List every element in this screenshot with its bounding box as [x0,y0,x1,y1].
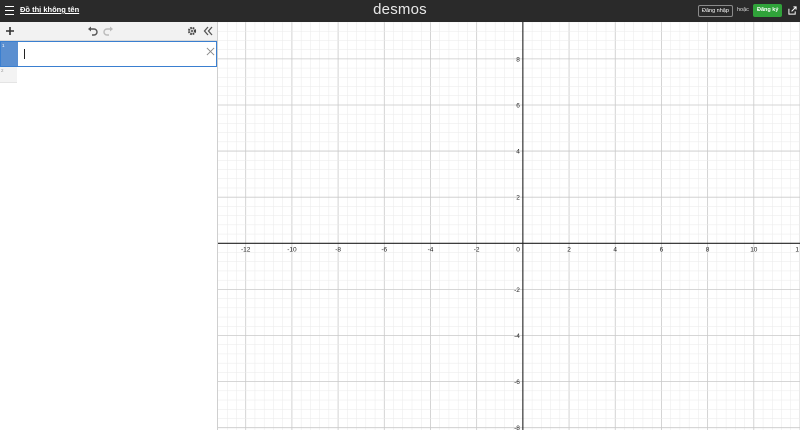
y-tick-label: 6 [516,102,520,109]
y-tick-label: 4 [516,149,520,156]
redo-icon[interactable] [103,26,114,36]
empty-expression-row[interactable]: 2 [0,67,17,83]
signup-button[interactable]: Đăng ký [753,4,783,17]
x-tick-label: -8 [335,246,341,253]
x-tick-label: 4 [613,246,617,253]
x-tick-label: 1 [795,246,799,253]
x-tick-label: 8 [706,246,710,253]
graph-title[interactable]: Đồ thị không tên [20,5,79,14]
collapse-panel-icon[interactable] [203,26,213,36]
login-button[interactable]: Đăng nhập [698,5,733,17]
expression-row[interactable]: 1 [0,41,217,67]
share-icon[interactable] [788,6,797,15]
expression-index: 1 [1,42,18,66]
y-tick-label: -6 [514,379,520,386]
close-icon[interactable] [206,47,215,56]
y-tick-label: -8 [514,425,520,430]
expression-panel: 1 2 [0,22,218,430]
x-tick-label: -12 [241,246,251,253]
desmos-logo: desmos [373,1,427,18]
x-tick-label: 2 [567,246,571,253]
settings-gear-icon[interactable] [187,26,197,36]
text-cursor [24,49,25,59]
top-bar: Đồ thị không tên desmos Đăng nhập hoặc Đ… [0,0,800,22]
hamburger-menu-icon[interactable] [5,6,14,15]
x-tick-label: 6 [660,246,664,253]
y-tick-label: -4 [514,333,520,340]
y-tick-label: -2 [514,287,520,294]
graph-paper[interactable]: -12 -10 -8 -6 -4 -2 0 2 4 6 8 10 1 8 6 4 2 -2 -4 -6 -8 [218,22,800,430]
x-tick-label: -2 [474,246,480,253]
y-tick-label: 2 [516,195,520,202]
y-tick-label: 8 [516,56,520,63]
expression-toolbar [0,22,217,41]
x-tick-label: 10 [750,246,758,253]
x-tick-label: -6 [381,246,387,253]
brand-logo-wrapper: desmos [0,1,800,18]
undo-icon[interactable] [87,26,98,36]
or-text: hoặc [737,7,749,13]
x-tick-label: 0 [516,246,520,253]
graph-canvas[interactable]: -12 -10 -8 -6 -4 -2 0 2 4 6 8 10 1 8 6 4 2 -2 -4 -6 -8 [218,22,800,430]
x-tick-label: -4 [428,246,434,253]
add-icon[interactable] [5,26,15,36]
x-tick-label: -10 [287,246,297,253]
